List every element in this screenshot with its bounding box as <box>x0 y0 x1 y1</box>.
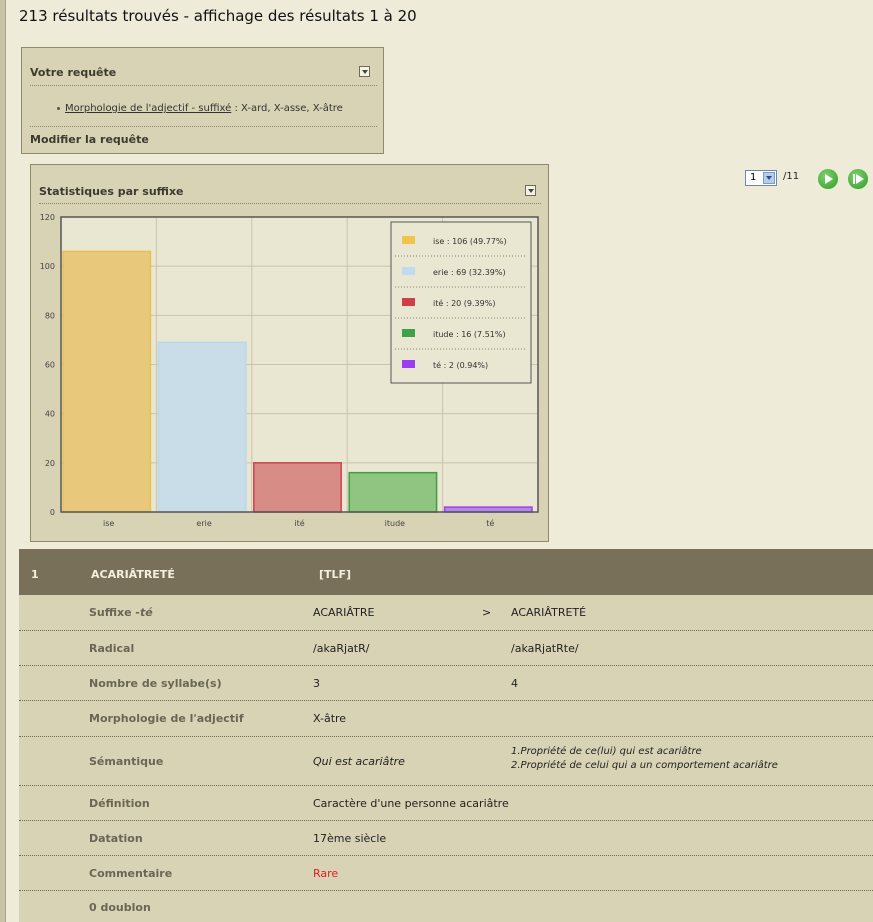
row-comment: Commentaire Rare <box>19 856 873 891</box>
doublon-count: 0 doublon <box>89 901 151 914</box>
base-value: X-âtre <box>313 712 347 725</box>
base-value: Qui est acariâtre <box>313 755 405 768</box>
y-tick-label: 40 <box>45 410 55 419</box>
bar-ise <box>62 250 152 513</box>
x-tick-label: té <box>486 518 494 528</box>
result-word: ACARIÂTRETÉ <box>91 568 175 581</box>
legend-swatch <box>402 236 415 244</box>
row-label: Définition <box>89 797 150 810</box>
legend-swatch <box>402 267 415 275</box>
derived-value: 4 <box>511 677 518 690</box>
left-border <box>0 0 6 922</box>
result-card: 1 ACARIÂTRETÉ [TLF] Suffixe -té ACARIÂTR… <box>19 549 873 922</box>
query-criterion-values: : X-ard, X-asse, X-âtre <box>231 103 343 114</box>
y-tick-label: 20 <box>45 459 55 468</box>
query-criterion-link[interactable]: Morphologie de l'adjectif - suffixé <box>65 103 231 114</box>
x-tick-label: ise <box>103 519 114 528</box>
base-value: ACARIÂTRE <box>313 606 375 619</box>
bullet-icon <box>57 106 60 110</box>
y-tick-label: 80 <box>45 311 55 320</box>
row-definition: Définition Caractère d'une personne acar… <box>19 786 873 821</box>
page-total: /11 <box>783 171 800 182</box>
derived-meaning-2: 2.Propriété de celui qui a un comporteme… <box>511 760 778 771</box>
last-page-icon[interactable] <box>848 169 868 189</box>
page-select-value: 1 <box>750 172 757 183</box>
divider <box>30 85 377 86</box>
legend-label: itude : 16 (7.51%) <box>433 330 506 339</box>
row-morphology: Morphologie de l'adjectif X-âtre <box>19 701 873 737</box>
divider <box>30 126 377 127</box>
row-dating: Datation 17ème siècle <box>19 821 873 856</box>
row-label: Nombre de syllabe(s) <box>89 677 222 690</box>
bar-ité <box>253 462 342 513</box>
legend-swatch <box>402 360 415 368</box>
base-value: /akaRjatR/ <box>313 642 370 655</box>
query-collapse-icon[interactable] <box>359 66 370 77</box>
stats-panel: Statistiques par suffixe 0 20 40 60 80 100 120… <box>30 164 549 542</box>
y-tick-label: 100 <box>40 262 55 271</box>
legend-label: té : 2 (0.94%) <box>433 360 488 370</box>
result-header: 1 ACARIÂTRETÉ [TLF] <box>19 549 873 595</box>
row-label: Morphologie de l'adjectif <box>89 712 244 725</box>
base-value: 3 <box>313 677 320 690</box>
row-suffixe: Suffixe -té ACARIÂTRE > ACARIÂTRETÉ <box>19 595 873 631</box>
legend-label: ise : 106 (49.77%) <box>433 237 507 246</box>
pagination: 1 /11 <box>741 168 873 190</box>
derivation-arrow: > <box>482 606 492 619</box>
row-doublon: 0 doublon <box>19 891 873 922</box>
bar-itude <box>348 471 438 513</box>
query-panel: Votre requête Morphologie de l'adjectif … <box>21 47 384 154</box>
page-select[interactable]: 1 <box>745 170 777 186</box>
query-criterion: Morphologie de l'adjectif - suffixé : X-… <box>57 103 343 114</box>
x-tick-label: erie <box>196 519 211 528</box>
x-tick-label: itude <box>385 519 406 528</box>
y-tick-label: 60 <box>45 361 55 370</box>
row-syllables: Nombre de syllabe(s) 3 4 <box>19 666 873 701</box>
y-tick-label: 120 <box>40 213 55 222</box>
modify-query-link[interactable]: Modifier la requête <box>30 133 149 146</box>
row-label: Commentaire <box>89 867 173 880</box>
result-source[interactable]: [TLF] <box>319 568 351 581</box>
next-page-icon[interactable] <box>818 169 838 189</box>
legend-label: erie : 69 (32.39%) <box>433 268 506 277</box>
base-value: Caractère d'une personne acariâtre <box>313 797 509 810</box>
chevron-down-icon <box>763 172 775 184</box>
legend-label: ité : 20 (9.39%) <box>433 298 495 308</box>
row-semantics: Sémantique Qui est acariâtre 1.Propriété… <box>19 737 873 786</box>
row-label: Datation <box>89 832 143 845</box>
row-radical: Radical /akaRjatR/ /akaRjatRte/ <box>19 631 873 666</box>
comment-value: Rare <box>313 867 339 880</box>
legend-swatch <box>402 329 415 337</box>
derived-value: ACARIÂTRETÉ <box>511 606 587 619</box>
x-tick-label: ité <box>294 518 304 528</box>
result-number: 1 <box>31 568 39 581</box>
bar-erie <box>157 341 247 513</box>
derived-value: /akaRjatRte/ <box>511 642 579 655</box>
legend-swatch <box>402 298 415 306</box>
suffix-bar-chart: 0 20 40 60 80 100 120 ise erie ité itude té ise : 10… <box>40 213 539 528</box>
results-count-title: 213 résultats trouvés - affichage des ré… <box>19 7 417 25</box>
base-value: 17ème siècle <box>313 832 387 845</box>
row-label: Radical <box>89 642 135 655</box>
query-panel-title: Votre requête <box>30 66 117 79</box>
row-label: Sémantique <box>89 755 164 768</box>
derived-meaning-1: 1.Propriété de ce(lui) qui est acariâtre <box>511 746 702 757</box>
row-label: Suffixe -té <box>89 606 153 619</box>
y-tick-label: 0 <box>50 508 55 517</box>
